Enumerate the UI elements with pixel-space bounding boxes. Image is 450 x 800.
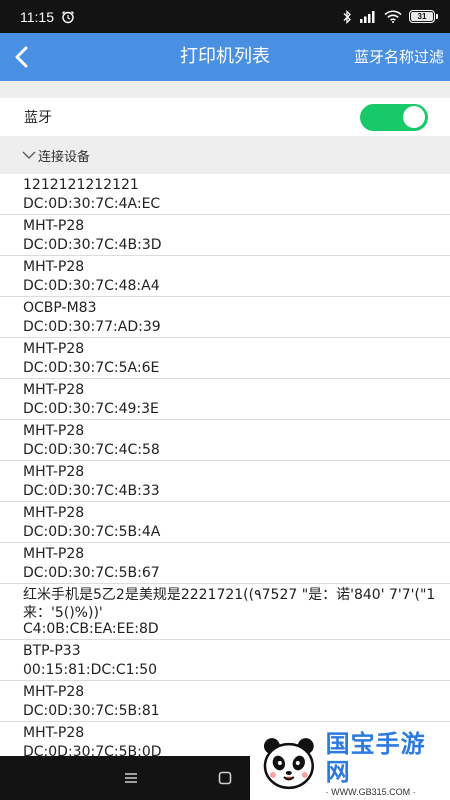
device-address: DC:0D:30:7C:48:A4 (23, 278, 160, 294)
device-name: MHT-P28 (23, 341, 85, 357)
back-arrow-icon (15, 46, 28, 68)
device-address: DC:0D:30:7C:4C:58 (23, 442, 160, 458)
wifi-icon (384, 10, 402, 23)
device-name: MHT-P28 (23, 546, 85, 562)
device-name: MHT-P28 (23, 382, 85, 398)
device-item[interactable]: MHT-P28 DC:0D:30:7C:49:3E (0, 379, 450, 420)
device-address: DC:0D:30:7C:49:3E (23, 401, 159, 417)
watermark-url: · WWW.GB315.COM · (325, 786, 416, 797)
device-name: MHT-P28 (23, 259, 85, 275)
device-item[interactable]: MHT-P28 DC:0D:30:7C:5B:67 (0, 543, 450, 584)
device-name: MHT-P28 (23, 505, 85, 521)
status-bar: 11:15 31 (0, 0, 450, 33)
device-item[interactable]: MHT-P28 DC:0D:30:7C:5B:4A (0, 502, 450, 543)
chevron-down-icon (22, 150, 36, 160)
device-name: OCBP-M83 (23, 300, 97, 316)
device-item[interactable]: OCBP-M83 DC:0D:30:77:AD:39 (0, 297, 450, 338)
menu-button[interactable] (119, 766, 143, 790)
device-address: DC:0D:30:7C:5B:4A (23, 524, 161, 540)
bluetooth-toggle[interactable] (360, 103, 428, 131)
signal-icon (359, 10, 377, 23)
watermark-brand: 国宝手游网 (325, 729, 426, 786)
status-time: 11:15 (20, 8, 54, 25)
device-list[interactable]: 1212121212121 DC:0D:30:7C:4A:EC MHT-P28 DC… (0, 174, 450, 756)
device-address: 00:15:81:DC:C1:50 (23, 662, 158, 678)
device-address: DC:0D:30:7C:4B:33 (23, 483, 160, 499)
device-item[interactable]: BTP-P33 00:15:81:DC:C1:50 (0, 640, 450, 681)
device-item[interactable]: 红米手机是5乙2是美规是2221721((٩7527 "是：诺'840' 7'7… (0, 584, 450, 640)
back-button[interactable] (4, 39, 40, 75)
toggle-knob (403, 106, 425, 128)
menu-icon (125, 773, 137, 783)
site-watermark: 国宝手游网 · WWW.GB315.COM · (250, 727, 450, 800)
device-item[interactable]: 1212121212121 DC:0D:30:7C:4A:EC (0, 174, 450, 215)
bluetooth-icon (342, 9, 352, 24)
device-name: 1212121212121 (23, 177, 139, 193)
device-name: MHT-P28 (23, 464, 85, 480)
panda-logo-icon (263, 737, 314, 789)
device-address: DC:0D:30:77:AD:39 (23, 319, 161, 335)
connected-devices-header[interactable]: 连接设备 (0, 136, 450, 174)
device-name: 红米手机是5乙2是美规是2221721((٩7527 "是：诺'840' 7'7… (23, 587, 436, 620)
device-address: DC:0D:30:7C:4A:EC (23, 196, 161, 212)
device-item[interactable]: MHT-P28 DC:0D:30:7C:4B:33 (0, 461, 450, 502)
device-name: MHT-P28 (23, 684, 85, 700)
device-item[interactable]: MHT-P28 DC:0D:30:7C:4C:58 (0, 420, 450, 461)
device-item[interactable]: MHT-P28 DC:0D:30:7C:5A:6E (0, 338, 450, 379)
alarm-icon (61, 10, 75, 24)
battery-icon: 31 (409, 10, 438, 23)
device-address: DC:0D:30:7C:5A:6E (23, 360, 160, 376)
device-address: DC:0D:30:7C:4B:3D (23, 237, 162, 253)
divider-band (0, 81, 450, 98)
home-button[interactable] (213, 766, 237, 790)
bluetooth-label: 蓝牙 (24, 110, 52, 126)
device-address: DC:0D:30:7C:5B:67 (23, 565, 160, 581)
device-item[interactable]: MHT-P28 DC:0D:30:7C:4B:3D (0, 215, 450, 256)
device-name: BTP-P33 (23, 643, 81, 659)
device-address: DC:0D:30:7C:5B:81 (23, 703, 160, 719)
device-name: MHT-P28 (23, 218, 85, 234)
device-address: C4:0B:CB:EA:EE:8D (23, 621, 159, 637)
home-icon (218, 771, 232, 785)
device-name: MHT-P28 (23, 423, 85, 439)
app-bar: 打印机列表 蓝牙名称过滤 (0, 33, 450, 81)
bluetooth-row: 蓝牙 (0, 98, 450, 136)
battery-level: 31 (417, 11, 427, 21)
device-item[interactable]: MHT-P28 DC:0D:30:7C:5B:81 (0, 681, 450, 722)
bluetooth-name-filter-button[interactable]: 蓝牙名称过滤 (354, 33, 444, 81)
section-header-label: 连接设备 (38, 149, 91, 165)
device-item[interactable]: MHT-P28 DC:0D:30:7C:48:A4 (0, 256, 450, 297)
